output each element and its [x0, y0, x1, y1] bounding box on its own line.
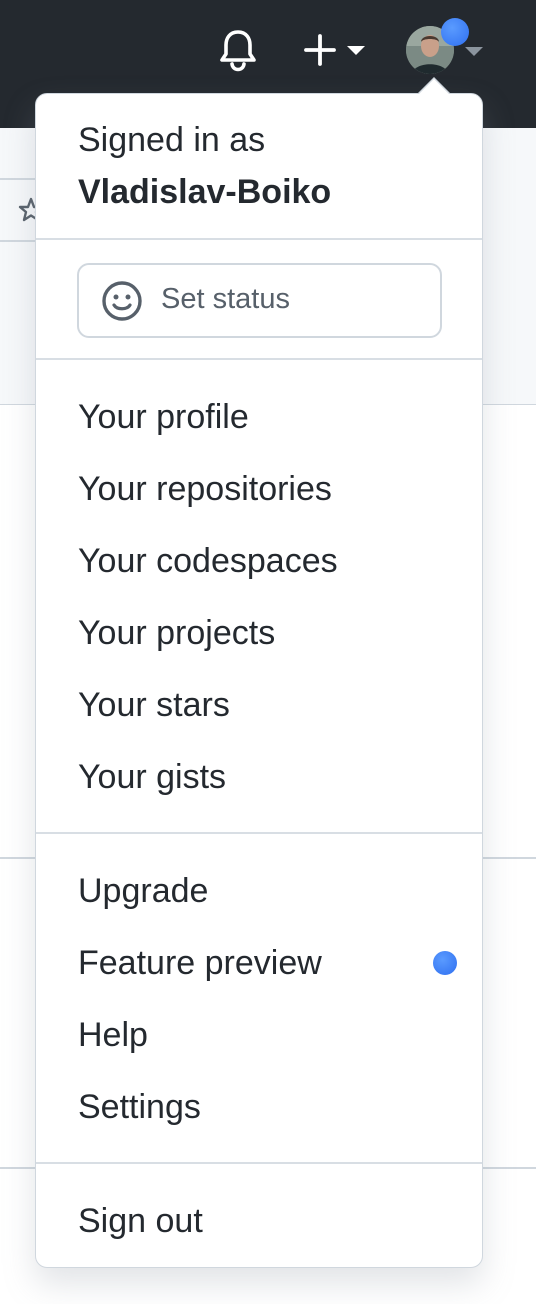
caret-down-icon	[465, 47, 483, 56]
menu-divider	[36, 358, 482, 360]
bell-icon	[220, 30, 256, 72]
menu-item-feature-preview[interactable]: Feature preview	[78, 944, 322, 983]
menu-item-upgrade[interactable]: Upgrade	[78, 872, 208, 911]
username: Vladislav-Boiko	[78, 173, 332, 211]
caret-down-icon	[347, 45, 365, 55]
menu-item-settings[interactable]: Settings	[78, 1088, 201, 1127]
menu-divider	[36, 238, 482, 240]
menu-divider	[36, 1162, 482, 1164]
menu-item-your-projects[interactable]: Your projects	[78, 614, 275, 653]
menu-item-your-repositories[interactable]: Your repositories	[78, 470, 332, 509]
menu-item-your-codespaces[interactable]: Your codespaces	[78, 542, 338, 581]
plus-icon	[304, 34, 336, 66]
feature-preview-indicator-dot	[433, 951, 457, 975]
menu-divider	[36, 832, 482, 834]
user-dropdown-menu: Signed in as Vladislav-Boiko Set status …	[35, 77, 483, 1268]
notification-indicator-dot	[441, 18, 469, 46]
set-status-button[interactable]: Set status	[77, 263, 442, 338]
menu-item-your-profile[interactable]: Your profile	[78, 398, 249, 437]
sign-out-button[interactable]: Sign out	[78, 1202, 203, 1241]
set-status-label: Set status	[161, 283, 290, 315]
menu-item-your-gists[interactable]: Your gists	[78, 758, 226, 797]
signed-in-label: Signed in as	[78, 121, 266, 159]
user-menu-button[interactable]	[400, 18, 492, 82]
menu-item-help[interactable]: Help	[78, 1016, 148, 1055]
smiley-icon	[102, 281, 142, 321]
create-new-button[interactable]	[296, 26, 372, 74]
menu-item-your-stars[interactable]: Your stars	[78, 686, 230, 725]
notifications-button[interactable]	[214, 24, 262, 76]
